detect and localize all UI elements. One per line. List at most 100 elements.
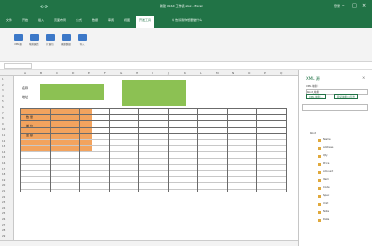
column-header[interactable]: A bbox=[24, 71, 26, 75]
row-header[interactable]: 29 bbox=[2, 235, 5, 238]
tree-node[interactable]: Qty bbox=[323, 154, 328, 157]
close-icon[interactable]: × bbox=[362, 3, 366, 9]
row-header[interactable]: 16 bbox=[2, 162, 5, 165]
tab-view[interactable]: 视图 bbox=[124, 18, 130, 22]
column-header[interactable]: N bbox=[232, 71, 234, 75]
tree-node[interactable]: Address bbox=[323, 146, 333, 149]
tab-developer[interactable]: 开发工具 bbox=[136, 16, 155, 28]
tab-file[interactable]: 文件 bbox=[6, 18, 12, 22]
table-border bbox=[20, 145, 286, 147]
tab-review[interactable]: 审阅 bbox=[108, 18, 114, 22]
tree-node[interactable]: Code bbox=[323, 186, 330, 189]
import-button[interactable]: 导入 bbox=[76, 34, 88, 48]
row-header[interactable]: 17 bbox=[2, 168, 5, 171]
row-header[interactable]: 12 bbox=[2, 140, 5, 143]
column-header[interactable]: C bbox=[56, 71, 58, 75]
column-header[interactable]: J bbox=[168, 71, 169, 75]
tree-node[interactable]: Name bbox=[323, 138, 331, 141]
tree-node[interactable]: Spec bbox=[323, 194, 329, 197]
row-header[interactable]: 21 bbox=[2, 190, 5, 193]
tab-home[interactable]: 开始 bbox=[22, 18, 28, 22]
row-header[interactable]: 10 bbox=[2, 128, 5, 131]
quick-access-toolbar[interactable]: ⟲ ⟳ bbox=[40, 4, 48, 9]
sheet-tabs-bar[interactable] bbox=[0, 240, 298, 246]
row-header[interactable]: 15 bbox=[2, 156, 5, 159]
xml-maps-button[interactable]: XML 映射... bbox=[306, 94, 326, 99]
row-header[interactable]: 9 bbox=[2, 123, 4, 126]
tell-me-search[interactable]: ♀ 告诉我你想要做什么 bbox=[172, 18, 202, 22]
row-header[interactable]: 23 bbox=[2, 201, 5, 204]
row-header[interactable]: 14 bbox=[2, 151, 5, 154]
maximize-icon[interactable]: □ bbox=[352, 3, 357, 9]
column-header[interactable]: D bbox=[72, 71, 74, 75]
table-border bbox=[20, 163, 286, 165]
row-header[interactable]: 25 bbox=[2, 212, 5, 215]
map-properties-button[interactable]: 映射属性 bbox=[28, 34, 40, 48]
name-box[interactable] bbox=[4, 63, 32, 69]
tab-formulas[interactable]: 公式 bbox=[76, 18, 82, 22]
tree-root[interactable]: Root bbox=[310, 132, 316, 135]
row-header[interactable]: 13 bbox=[2, 145, 5, 148]
tree-node[interactable]: Note bbox=[323, 210, 329, 213]
tab-data[interactable]: 数据 bbox=[92, 18, 98, 22]
row-header[interactable]: 19 bbox=[2, 179, 5, 182]
row-header[interactable]: 28 bbox=[2, 229, 5, 232]
formula-bar[interactable] bbox=[0, 62, 372, 70]
table-border bbox=[197, 108, 198, 192]
map-properties-icon bbox=[29, 34, 39, 41]
sign-in-link[interactable]: 登录 bbox=[334, 4, 340, 8]
row-header[interactable]: 22 bbox=[2, 196, 5, 199]
column-header[interactable]: B bbox=[40, 71, 42, 75]
name-input-cell[interactable] bbox=[40, 84, 104, 94]
pane-search-input[interactable] bbox=[302, 104, 368, 111]
table-border bbox=[108, 108, 110, 192]
row-header[interactable]: 11 bbox=[2, 134, 5, 137]
row-header[interactable]: 1 bbox=[2, 78, 4, 81]
row-header[interactable]: 20 bbox=[2, 184, 5, 187]
xml-source-icon bbox=[13, 34, 23, 41]
minimize-icon[interactable]: – bbox=[342, 3, 345, 9]
tree-node[interactable]: Item bbox=[323, 178, 329, 181]
row-header[interactable]: 26 bbox=[2, 218, 5, 221]
column-header[interactable]: M bbox=[216, 71, 219, 75]
column-header[interactable]: G bbox=[120, 71, 122, 75]
column-header[interactable]: I bbox=[152, 71, 153, 75]
import-icon bbox=[77, 34, 87, 41]
row-header[interactable]: 18 bbox=[2, 173, 5, 176]
column-header[interactable]: H bbox=[136, 71, 138, 75]
window-title: 新建 XLSX 工作表.xlsx - Excel bbox=[160, 4, 203, 8]
row-header[interactable]: 7 bbox=[2, 112, 4, 115]
column-header[interactable]: P bbox=[264, 71, 266, 75]
tab-insert[interactable]: 插入 bbox=[38, 18, 44, 22]
tab-page-layout[interactable]: 页面布局 bbox=[54, 18, 66, 22]
column-header[interactable]: E bbox=[88, 71, 90, 75]
column-header[interactable]: F bbox=[104, 71, 106, 75]
table-border bbox=[20, 126, 286, 128]
column-header[interactable]: K bbox=[184, 71, 186, 75]
table-border bbox=[20, 139, 286, 140]
xml-source-button[interactable]: XML源 bbox=[12, 34, 24, 48]
tree-node-icon bbox=[318, 187, 321, 190]
address-input-cell[interactable] bbox=[40, 94, 104, 100]
row-header[interactable]: 8 bbox=[2, 117, 4, 120]
row-header[interactable]: 6 bbox=[2, 106, 4, 109]
row-header[interactable]: 2 bbox=[2, 84, 4, 87]
row-header[interactable]: 24 bbox=[2, 207, 5, 210]
xml-mapped-block[interactable] bbox=[122, 80, 186, 106]
column-header[interactable]: L bbox=[200, 71, 202, 75]
tree-node[interactable]: Unit bbox=[323, 202, 328, 205]
column-header[interactable]: O bbox=[248, 71, 250, 75]
refresh-data-button[interactable]: 刷新数据 bbox=[60, 34, 72, 48]
column-header[interactable]: Q bbox=[280, 71, 282, 75]
tree-node[interactable]: Amount bbox=[323, 170, 333, 173]
tree-node[interactable]: Date bbox=[323, 218, 329, 221]
verify-map-button[interactable]: 验证映射以导出 bbox=[334, 94, 359, 99]
row-header[interactable]: 3 bbox=[2, 89, 4, 92]
xml-maps-label: XML 映射: bbox=[306, 85, 319, 88]
expansion-packs-button[interactable]: 扩展包 bbox=[44, 34, 56, 48]
row-header[interactable]: 4 bbox=[2, 95, 4, 98]
pane-close-icon[interactable]: × bbox=[362, 75, 365, 80]
tree-node[interactable]: Price bbox=[323, 162, 329, 165]
row-header[interactable]: 5 bbox=[2, 100, 4, 103]
row-header[interactable]: 27 bbox=[2, 224, 5, 227]
